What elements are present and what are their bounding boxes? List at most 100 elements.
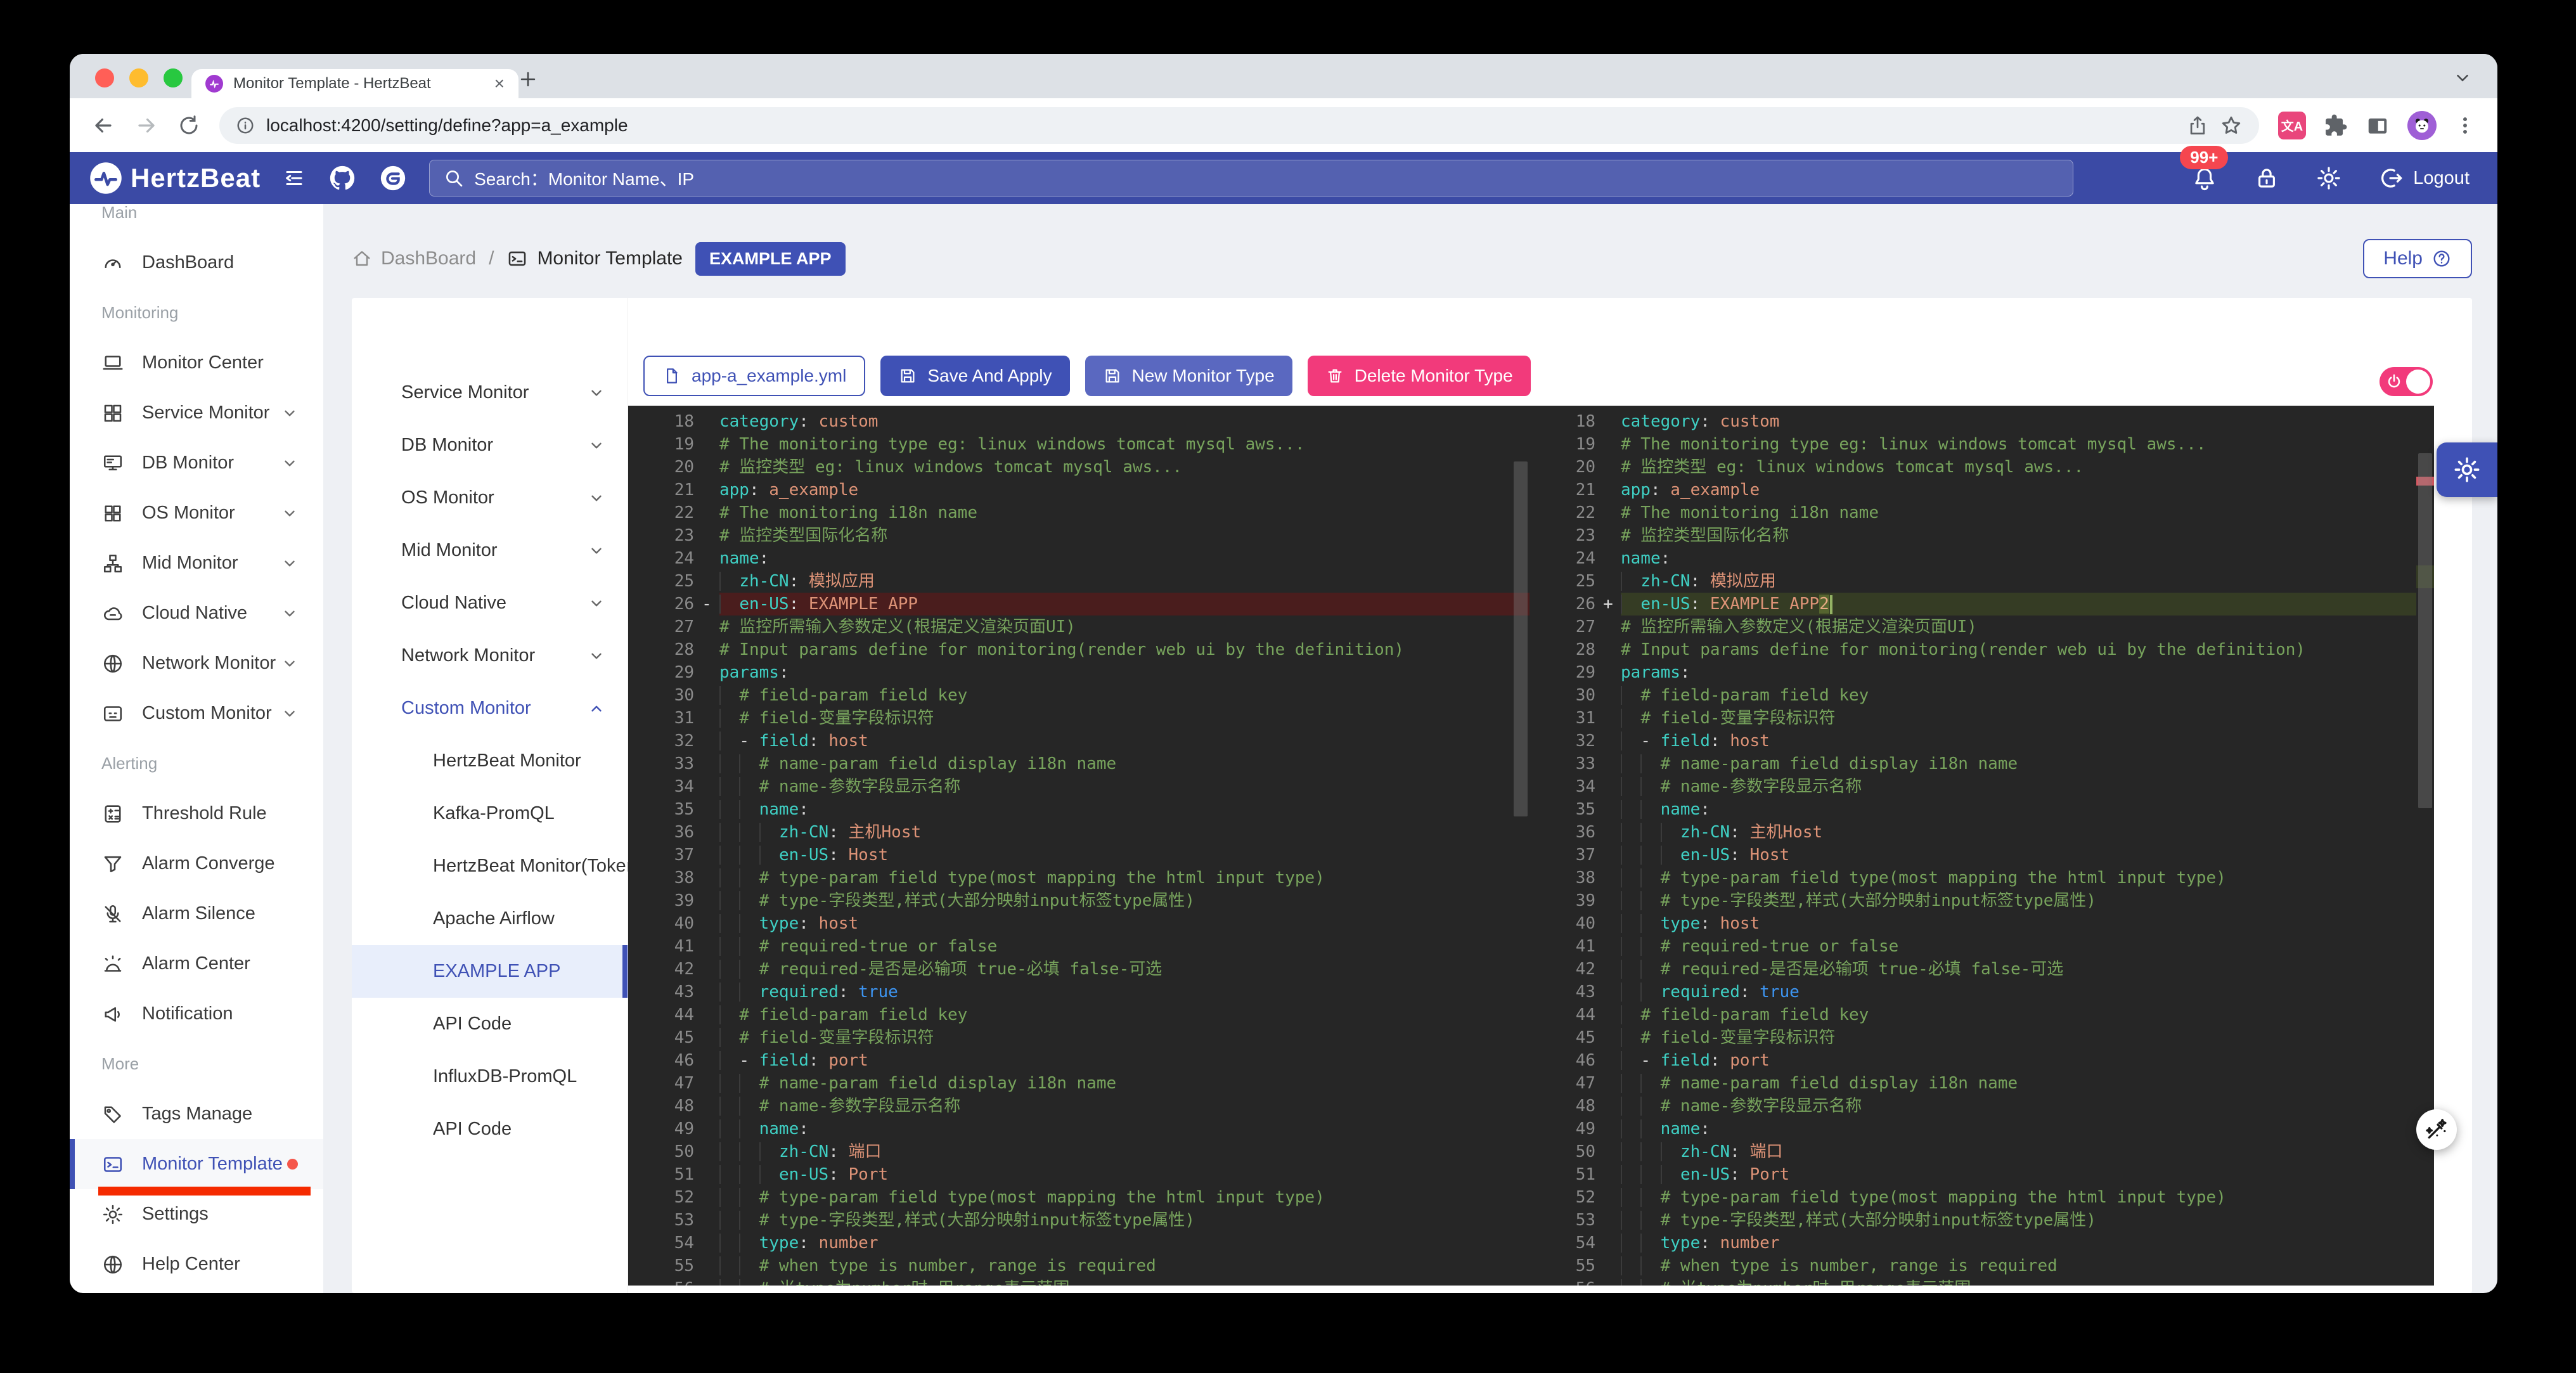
code-line-35[interactable]: 35 name: — [1530, 798, 2416, 821]
code-line-47[interactable]: 47 # name-param field display i18n name — [1530, 1072, 2416, 1095]
code-line-23[interactable]: 23# 监控类型国际化名称 — [1530, 524, 2416, 547]
code-line-39[interactable]: 39 # type-字段类型,样式(大部分映射input标签type属性) — [628, 889, 1512, 912]
code-line-21[interactable]: 21app: a_example — [1530, 479, 2416, 501]
code-line-46[interactable]: 46 - field: port — [628, 1049, 1512, 1072]
settings-gear-icon[interactable] — [2315, 165, 2342, 191]
modified-scrollbar[interactable] — [2416, 406, 2434, 1286]
subnav-child-api-code[interactable]: API Code — [352, 1103, 628, 1156]
subnav-item-mid-monitor[interactable]: Mid Monitor — [352, 524, 628, 577]
zoom-window-button[interactable] — [164, 68, 183, 87]
subnav-child-influxdb-promql[interactable]: InfluxDB-PromQL — [352, 1050, 628, 1103]
code-line-41[interactable]: 41 # required-true or false — [1530, 935, 2416, 958]
address-bar[interactable]: localhost:4200/setting/define?app=a_exam… — [219, 107, 2259, 144]
code-line-37[interactable]: 37 en-US: Host — [1530, 844, 2416, 867]
subnav-child-api-code[interactable]: API Code — [352, 998, 628, 1050]
help-button[interactable]: Help — [2363, 239, 2472, 278]
code-line-27[interactable]: 27# 监控所需输入参数定义(根据定义渲染页面UI) — [628, 616, 1512, 638]
code-line-56[interactable]: 56 # 当type为number时,用range表示范围 — [628, 1277, 1512, 1286]
minimize-window-button[interactable] — [129, 68, 148, 87]
sidebar-item-notification[interactable]: Notification — [70, 989, 323, 1039]
code-line-28[interactable]: 28# Input params define for monitoring(r… — [1530, 638, 2416, 661]
code-line-22[interactable]: 22# The monitoring i18n name — [1530, 501, 2416, 524]
code-line-53[interactable]: 53 # type-字段类型,样式(大部分映射input标签type属性) — [1530, 1209, 2416, 1232]
reload-icon[interactable] — [177, 114, 200, 137]
code-line-32[interactable]: 32 - field: host — [1530, 730, 2416, 752]
delete-monitor-type-button[interactable]: Delete Monitor Type — [1308, 356, 1531, 396]
sidebar-item-monitor-center[interactable]: Monitor Center — [70, 338, 323, 388]
save-and-apply-button[interactable]: Save And Apply — [880, 356, 1069, 396]
code-line-23[interactable]: 23# 监控类型国际化名称 — [628, 524, 1512, 547]
code-line-48[interactable]: 48 # name-参数字段显示名称 — [1530, 1095, 2416, 1118]
scrollbar-thumb[interactable] — [1514, 461, 1528, 816]
browser-tab[interactable]: Monitor Template - HertzBeat × — [191, 69, 518, 98]
extensions-puzzle-icon[interactable] — [2324, 113, 2348, 138]
code-line-40[interactable]: 40 type: host — [628, 912, 1512, 935]
scrollbar-thumb[interactable] — [2418, 453, 2432, 808]
sidebar-item-alarm-converge[interactable]: Alarm Converge — [70, 839, 323, 889]
hertzbeat-logo[interactable]: HertzBeat — [89, 161, 261, 195]
sidebar-item-dashboard[interactable]: DashBoard — [70, 238, 323, 288]
gitee-icon[interactable] — [378, 164, 408, 193]
code-line-52[interactable]: 52 # type-param field type(most mapping … — [1530, 1186, 2416, 1209]
code-line-56[interactable]: 56 # 当type为number时,用range表示范围 — [1530, 1277, 2416, 1286]
code-line-51[interactable]: 51 en-US: Port — [628, 1163, 1512, 1186]
code-line-29[interactable]: 29params: — [1530, 661, 2416, 684]
sidebar-item-help-center[interactable]: Help Center — [70, 1239, 323, 1289]
code-line-54[interactable]: 54 type: number — [1530, 1232, 2416, 1254]
code-line-44[interactable]: 44 # field-param field key — [1530, 1003, 2416, 1026]
sidebar-item-custom-monitor[interactable]: Custom Monitor — [70, 688, 323, 738]
back-icon[interactable] — [91, 113, 115, 138]
tab-close-icon[interactable]: × — [494, 74, 505, 94]
code-line-53[interactable]: 53 # type-字段类型,样式(大部分映射input标签type属性) — [628, 1209, 1512, 1232]
code-line-28[interactable]: 28# Input params define for monitoring(r… — [628, 638, 1512, 661]
subnav-item-service-monitor[interactable]: Service Monitor — [352, 366, 628, 419]
subnav-item-os-monitor[interactable]: OS Monitor — [352, 472, 628, 524]
code-line-32[interactable]: 32 - field: host — [628, 730, 1512, 752]
code-line-38[interactable]: 38 # type-param field type(most mapping … — [1530, 867, 2416, 889]
magic-wand-float-button[interactable] — [2416, 1109, 2457, 1150]
code-line-44[interactable]: 44 # field-param field key — [628, 1003, 1512, 1026]
code-line-42[interactable]: 42 # required-是否是必输项 true-必填 false-可选 — [1530, 958, 2416, 981]
sidebar-item-network-monitor[interactable]: Network Monitor — [70, 638, 323, 688]
code-line-47[interactable]: 47 # name-param field display i18n name — [628, 1072, 1512, 1095]
code-line-29[interactable]: 29params: — [628, 661, 1512, 684]
notification-bell-icon[interactable]: 99+ — [2191, 165, 2218, 191]
code-line-24[interactable]: 24name: — [1530, 547, 2416, 570]
browser-menu-icon[interactable] — [2454, 115, 2476, 136]
tab-search-chevron-icon[interactable] — [2453, 68, 2472, 91]
code-line-34[interactable]: 34 # name-参数字段显示名称 — [628, 775, 1512, 798]
diff-modified-pane[interactable]: 18category: custom19# The monitoring typ… — [1530, 406, 2416, 1286]
code-line-54[interactable]: 54 type: number — [628, 1232, 1512, 1254]
subnav-item-cloud-native[interactable]: Cloud Native — [352, 577, 628, 629]
new-monitor-type-button[interactable]: New Monitor Type — [1085, 356, 1292, 396]
sidebar-item-os-monitor[interactable]: OS Monitor — [70, 488, 323, 538]
code-line-45[interactable]: 45 # field-变量字段标识符 — [628, 1026, 1512, 1049]
subnav-child-apache-airflow[interactable]: Apache Airflow — [352, 893, 628, 945]
subnav-child-kafka-promql[interactable]: Kafka-PromQL — [352, 787, 628, 840]
new-tab-icon[interactable] — [517, 68, 539, 93]
yaml-file-button[interactable]: app-a_example.yml — [643, 356, 865, 396]
code-line-38[interactable]: 38 # type-param field type(most mapping … — [628, 867, 1512, 889]
code-line-49[interactable]: 49 name: — [628, 1118, 1512, 1140]
code-line-34[interactable]: 34 # name-参数字段显示名称 — [1530, 775, 2416, 798]
lock-icon[interactable] — [2253, 165, 2280, 191]
sidebar-item-mid-monitor[interactable]: Mid Monitor — [70, 538, 323, 588]
code-line-25[interactable]: 25 zh-CN: 模拟应用 — [628, 570, 1512, 593]
code-line-36[interactable]: 36 zh-CN: 主机Host — [1530, 821, 2416, 844]
sidebar-item-settings[interactable]: Settings — [70, 1189, 323, 1239]
translate-extension-icon[interactable]: 文A — [2278, 112, 2306, 139]
code-line-35[interactable]: 35 name: — [628, 798, 1512, 821]
code-line-48[interactable]: 48 # name-参数字段显示名称 — [628, 1095, 1512, 1118]
code-line-49[interactable]: 49 name: — [1530, 1118, 2416, 1140]
code-line-21[interactable]: 21app: a_example — [628, 479, 1512, 501]
code-line-20[interactable]: 20# 监控类型 eg: linux windows tomcat mysql … — [1530, 456, 2416, 479]
breadcrumb-home[interactable]: DashBoard — [352, 248, 476, 269]
code-line-30[interactable]: 30 # field-param field key — [628, 684, 1512, 707]
subnav-child-hertzbeat-monitor[interactable]: HertzBeat Monitor — [352, 735, 628, 787]
subnav-item-network-monitor[interactable]: Network Monitor — [352, 629, 628, 682]
collapse-menu-icon[interactable] — [282, 166, 306, 190]
code-line-20[interactable]: 20# 监控类型 eg: linux windows tomcat mysql … — [628, 456, 1512, 479]
subnav-child-example-app[interactable]: EXAMPLE APP — [352, 945, 628, 998]
code-line-46[interactable]: 46 - field: port — [1530, 1049, 2416, 1072]
subnav-child-hertzbeat-monitor-token[interactable]: HertzBeat Monitor(Token) — [352, 840, 628, 893]
